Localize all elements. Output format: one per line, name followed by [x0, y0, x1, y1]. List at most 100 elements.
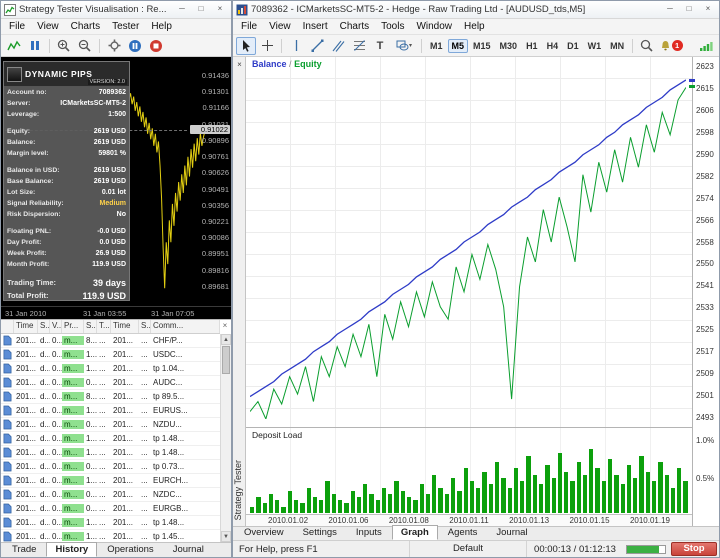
- history-row[interactable]: 201... d... 0... m... 1... ... 201... ..…: [1, 474, 220, 488]
- column-header[interactable]: Pr...: [62, 320, 84, 333]
- order-doc-icon: [3, 433, 12, 444]
- menu-item[interactable]: View: [31, 21, 65, 32]
- history-row[interactable]: 201... d... 0... m... 0... ... 201... ..…: [1, 502, 220, 516]
- legend-separator: /: [289, 59, 292, 69]
- column-header[interactable]: S...: [139, 320, 151, 333]
- column-header[interactable]: Time: [14, 320, 38, 333]
- menu-item[interactable]: Insert: [297, 21, 334, 32]
- toolbox-close-icon[interactable]: ×: [220, 321, 230, 332]
- left-tab[interactable]: Journal: [164, 542, 213, 557]
- zoom-in-button[interactable]: [54, 37, 74, 55]
- timeframe-button[interactable]: M5: [448, 39, 469, 53]
- zoom-out-button[interactable]: [75, 37, 95, 55]
- minimize-button[interactable]: ─: [662, 3, 678, 16]
- tester-tab[interactable]: Settings: [294, 525, 346, 540]
- pause-button[interactable]: [25, 37, 45, 55]
- cursor-tool-button[interactable]: [236, 37, 256, 55]
- menu-item[interactable]: File: [3, 21, 31, 32]
- timeframe-button[interactable]: D1: [563, 39, 583, 53]
- menu-item[interactable]: Charts: [334, 21, 375, 32]
- value-axis: 2623261526062598259025822574256625582550…: [692, 57, 719, 526]
- column-header[interactable]: Comm...: [151, 320, 220, 333]
- menu-item[interactable]: Tools: [375, 21, 410, 32]
- history-row[interactable]: 201... d... 0... m... 1... ... 201... ..…: [1, 404, 220, 418]
- tester-tab[interactable]: Inputs: [347, 525, 391, 540]
- close-button[interactable]: ×: [700, 3, 716, 16]
- history-row[interactable]: 201... d... 0... m... 1... ... 201... ..…: [1, 348, 220, 362]
- panel-close-icon[interactable]: ×: [234, 59, 245, 70]
- menu-item[interactable]: Charts: [65, 21, 106, 32]
- text-tool-button[interactable]: T: [370, 37, 390, 55]
- timeframe-button[interactable]: W1: [584, 39, 606, 53]
- left-tab[interactable]: Operations: [98, 542, 162, 557]
- deposit-bar: [633, 478, 637, 513]
- history-row[interactable]: 201... d... 0... m... 8... ... 201... ..…: [1, 334, 220, 348]
- history-row[interactable]: 201... d... 0... m... 0... ... 201... ..…: [1, 376, 220, 390]
- visualizer-titlebar[interactable]: Strategy Tester Visualisation : Re... ─ …: [1, 1, 231, 19]
- menu-item[interactable]: Window: [410, 21, 458, 32]
- close-button[interactable]: ×: [212, 3, 228, 16]
- vertical-line-tool-button[interactable]: [286, 37, 306, 55]
- graph-area[interactable]: Balance / Equity Deposit Load 2010.01.02…: [246, 57, 692, 526]
- timeframe-button[interactable]: M30: [496, 39, 522, 53]
- search-button[interactable]: [637, 37, 657, 55]
- history-row[interactable]: 201... d... 0... m... 0... ... 201... ..…: [1, 418, 220, 432]
- deposit-load-plot[interactable]: Deposit Load: [246, 428, 692, 514]
- channel-tool-button[interactable]: [328, 37, 348, 55]
- history-row[interactable]: 201... d... 0... m... 1... ... 201... ..…: [1, 432, 220, 446]
- tick-chart-button[interactable]: [4, 37, 24, 55]
- timeframe-button[interactable]: H4: [543, 39, 563, 53]
- left-tab[interactable]: Trade: [3, 542, 45, 557]
- crosshair-tool-button[interactable]: [257, 37, 277, 55]
- column-header[interactable]: S...: [38, 320, 50, 333]
- tester-tab[interactable]: Journal: [487, 525, 536, 540]
- cell-type: m...: [62, 406, 84, 415]
- stop-button[interactable]: Stop: [671, 542, 717, 556]
- tester-tab[interactable]: Agents: [439, 525, 487, 540]
- trendline-tool-button[interactable]: [307, 37, 327, 55]
- pause-visualization-button[interactable]: [125, 37, 145, 55]
- tester-chart-area[interactable]: DYNAMIC PIPS VERSION: 2.0 Account no: 70…: [1, 57, 231, 319]
- history-row[interactable]: 201... d... 0... m... 1... ... 201... ..…: [1, 516, 220, 530]
- notifications-button[interactable]: 1: [658, 37, 684, 55]
- terminal-titlebar[interactable]: 7089362 - ICMarketsSC-MT5-2 - Hedge - Ra…: [233, 1, 719, 19]
- scroll-thumb[interactable]: [222, 346, 230, 374]
- cell-comment: NZDU...: [151, 420, 220, 429]
- balance-equity-plot[interactable]: Balance / Equity: [246, 57, 692, 427]
- history-row[interactable]: 201... d... 0... m... 1... ... 201... ..…: [1, 446, 220, 460]
- settings-button[interactable]: [104, 37, 124, 55]
- shapes-tool-button[interactable]: ▾: [391, 37, 417, 55]
- column-header[interactable]: V...: [50, 320, 62, 333]
- timeframe-button[interactable]: M1: [426, 39, 447, 53]
- scroll-up-icon[interactable]: ▲: [221, 334, 231, 345]
- ea-info-panel: DYNAMIC PIPS VERSION: 2.0 Account no: 70…: [3, 61, 130, 301]
- history-row[interactable]: 201... d... 0... m... 1... ... 201... ..…: [1, 362, 220, 376]
- profile-indicator[interactable]: Default: [409, 541, 527, 557]
- left-tab[interactable]: History: [46, 542, 97, 557]
- tester-tab[interactable]: Overview: [235, 525, 293, 540]
- menu-item[interactable]: View: [263, 21, 297, 32]
- menu-item[interactable]: Help: [458, 21, 491, 32]
- column-header[interactable]: T...: [97, 320, 111, 333]
- column-header[interactable]: S...: [84, 320, 97, 333]
- maximize-button[interactable]: □: [681, 3, 697, 16]
- history-row[interactable]: 201... d... 0... m... 1... ... 201... ..…: [1, 530, 220, 542]
- timeframe-button[interactable]: M15: [469, 39, 495, 53]
- menu-item[interactable]: File: [235, 21, 263, 32]
- scroll-down-icon[interactable]: ▼: [221, 531, 231, 542]
- menu-item[interactable]: Tester: [106, 21, 145, 32]
- column-header[interactable]: Time: [111, 320, 139, 333]
- tester-tab[interactable]: Graph: [392, 525, 438, 540]
- maximize-button[interactable]: □: [193, 3, 209, 16]
- stop-visualization-button[interactable]: [146, 37, 166, 55]
- timeframe-button[interactable]: H1: [522, 39, 542, 53]
- strategy-tester-vertical-label[interactable]: Strategy Tester: [233, 460, 245, 520]
- menu-item[interactable]: Help: [145, 21, 178, 32]
- timeframe-button[interactable]: MN: [606, 39, 628, 53]
- history-row[interactable]: 201... d... 0... m... 8... ... 201... ..…: [1, 390, 220, 404]
- minimize-button[interactable]: ─: [174, 3, 190, 16]
- fibonacci-tool-button[interactable]: [349, 37, 369, 55]
- table-scrollbar[interactable]: ▲ ▼: [220, 334, 231, 542]
- history-row[interactable]: 201... d... 0... m... 0... ... 201... ..…: [1, 460, 220, 474]
- history-row[interactable]: 201... d... 0... m... 0... ... 201... ..…: [1, 488, 220, 502]
